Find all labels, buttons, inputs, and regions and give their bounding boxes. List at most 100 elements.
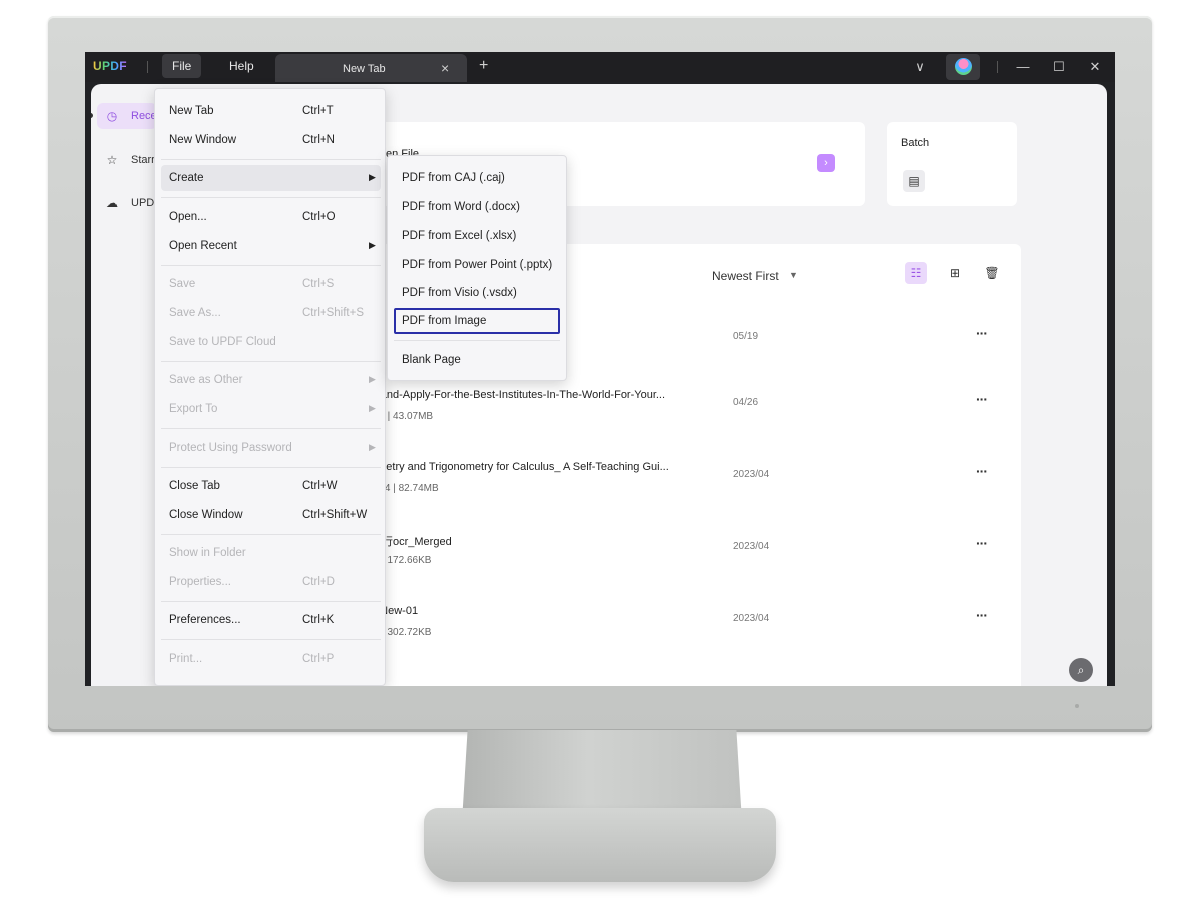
tab-label: New Tab bbox=[343, 63, 386, 75]
menu-item-label: Open Recent bbox=[169, 240, 237, 252]
caret-down-icon[interactable]: ▼ bbox=[789, 270, 798, 280]
clock-icon: ◷ bbox=[106, 109, 118, 123]
monitor-photo: UPDF File Help New Tab × + ∨ — ☐ ✕ ◷ Rec… bbox=[0, 0, 1200, 923]
menu-divider bbox=[161, 197, 381, 198]
submenu-item-pdf-from-visio[interactable]: PDF from Visio (.vsdx) bbox=[394, 280, 560, 306]
menu-item-open-recent[interactable]: Open Recent ▶ bbox=[161, 233, 381, 259]
list-item[interactable]: d-and-Apply-For-the-Best-Institutes-In-T… bbox=[371, 389, 1011, 449]
chevron-right-icon: ▶ bbox=[369, 172, 376, 182]
menu-item-save-as-other[interactable]: Save as Other ▶ bbox=[161, 367, 381, 393]
menu-item-shortcut: Ctrl+T bbox=[302, 105, 334, 117]
more-icon[interactable]: ··· bbox=[976, 535, 988, 551]
monitor-stand-base bbox=[424, 808, 776, 882]
menu-divider bbox=[161, 467, 381, 468]
menu-item-shortcut: Ctrl+K bbox=[302, 614, 335, 626]
menu-divider bbox=[161, 159, 381, 160]
submenu-item-label: PDF from Word (.docx) bbox=[402, 201, 520, 213]
sort-dropdown[interactable]: Newest First bbox=[712, 269, 779, 283]
menu-item-label: Preferences... bbox=[169, 614, 241, 626]
chevron-right-icon: ▶ bbox=[369, 374, 376, 384]
tab-close-icon[interactable]: × bbox=[441, 60, 449, 76]
submenu-item-blank-page[interactable]: Blank Page bbox=[394, 347, 560, 373]
file-date: 2023/04 bbox=[733, 613, 770, 624]
chevron-down-icon[interactable]: ∨ bbox=[910, 56, 930, 78]
menu-item-new-tab[interactable]: New Tab Ctrl+T bbox=[161, 98, 381, 124]
menu-item-shortcut: Ctrl+N bbox=[302, 134, 335, 146]
chevron-right-icon: ▶ bbox=[369, 403, 376, 413]
menu-divider bbox=[161, 601, 381, 602]
submenu-item-pdf-from-excel[interactable]: PDF from Excel (.xlsx) bbox=[394, 223, 560, 249]
submenu-item-pdf-from-word[interactable]: PDF from Word (.docx) bbox=[394, 194, 560, 220]
menu-item-label: Save to UPDF Cloud bbox=[169, 336, 276, 348]
title-bar: UPDF File Help New Tab × + ∨ — ☐ ✕ bbox=[85, 52, 1115, 82]
menu-item-label: Save bbox=[169, 278, 196, 290]
batch-icon: ▤ bbox=[903, 170, 925, 192]
menu-item-open[interactable]: Open... Ctrl+O bbox=[161, 204, 381, 230]
menu-item-properties[interactable]: Properties... Ctrl+D bbox=[161, 569, 381, 595]
menu-item-save-as[interactable]: Save As... Ctrl+Shift+S bbox=[161, 300, 381, 326]
search-icon[interactable]: ⌕ bbox=[1069, 658, 1093, 682]
sidebar-item-label: UPD bbox=[131, 197, 155, 209]
menu-item-label: Show in Folder bbox=[169, 547, 246, 559]
menu-item-show-in-folder[interactable]: Show in Folder bbox=[161, 540, 381, 566]
menu-item-label: Protect Using Password bbox=[169, 442, 292, 454]
menu-item-shortcut: Ctrl+Shift+S bbox=[302, 307, 364, 319]
menu-divider bbox=[161, 361, 381, 362]
list-item[interactable]: 执行ocr_Merged /4 | 172.66KB 2023/04 ··· bbox=[371, 533, 1011, 593]
grid-view-icon[interactable]: ⊞ bbox=[944, 262, 966, 284]
more-icon[interactable]: ··· bbox=[976, 325, 988, 341]
submenu-item-label: PDF from Excel (.xlsx) bbox=[402, 230, 517, 242]
minimize-icon[interactable]: — bbox=[1013, 56, 1033, 78]
menu-item-print[interactable]: Print... Ctrl+P bbox=[161, 646, 381, 672]
menu-item-label: Export To bbox=[169, 403, 218, 415]
app-logo: UPDF bbox=[93, 59, 127, 73]
menu-item-save-to-cloud[interactable]: Save to UPDF Cloud bbox=[161, 329, 381, 355]
open-file-arrow-icon[interactable]: › bbox=[817, 154, 835, 172]
active-indicator bbox=[91, 113, 93, 118]
trash-icon[interactable]: 🗑 bbox=[981, 262, 1003, 284]
sidebar-item-recent[interactable]: ◷ Rece bbox=[97, 103, 157, 129]
file-date: 04/26 bbox=[733, 397, 759, 408]
new-tab-icon[interactable]: + bbox=[479, 57, 488, 75]
avatar[interactable] bbox=[946, 54, 980, 80]
submenu-item-label: PDF from Power Point (.pptx) bbox=[402, 259, 553, 271]
menu-item-preferences[interactable]: Preferences... Ctrl+K bbox=[161, 607, 381, 633]
file-menu: New Tab Ctrl+T New Window Ctrl+N Create … bbox=[154, 88, 386, 686]
batch-card[interactable] bbox=[887, 122, 1017, 206]
submenu-item-pdf-from-image[interactable]: PDF from Image bbox=[394, 308, 560, 334]
menu-help[interactable]: Help bbox=[219, 54, 264, 78]
menu-item-create[interactable]: Create ▶ bbox=[161, 165, 381, 191]
sidebar-item-cloud[interactable]: ☁ UPD bbox=[97, 190, 157, 216]
list-item[interactable]: ometry and Trigonometry for Calculus_ A … bbox=[371, 461, 1011, 521]
menu-file[interactable]: File bbox=[162, 54, 202, 78]
file-date: 05/19 bbox=[733, 331, 759, 342]
maximize-icon[interactable]: ☐ bbox=[1049, 56, 1069, 78]
menu-item-save[interactable]: Save Ctrl+S bbox=[161, 271, 381, 297]
menu-item-shortcut: Ctrl+D bbox=[302, 576, 335, 588]
tab-new-tab[interactable]: New Tab × bbox=[275, 54, 467, 82]
menu-item-export-to[interactable]: Export To ▶ bbox=[161, 396, 381, 422]
create-submenu: PDF from CAJ (.caj) PDF from Word (.docx… bbox=[387, 155, 567, 381]
menu-item-close-tab[interactable]: Close Tab Ctrl+W bbox=[161, 473, 381, 499]
list-view-icon[interactable]: ☷ bbox=[905, 262, 927, 284]
more-icon[interactable]: ··· bbox=[976, 607, 988, 623]
star-icon: ☆ bbox=[106, 153, 118, 167]
more-icon[interactable]: ··· bbox=[976, 391, 988, 407]
menu-divider bbox=[161, 428, 381, 429]
divider bbox=[997, 61, 998, 73]
sidebar-item-starred[interactable]: ☆ Starr bbox=[97, 147, 157, 173]
menu-item-label: Properties... bbox=[169, 576, 231, 588]
divider bbox=[147, 61, 148, 73]
more-icon[interactable]: ··· bbox=[976, 463, 988, 479]
menu-item-shortcut: Ctrl+P bbox=[302, 653, 335, 665]
submenu-item-pdf-from-caj[interactable]: PDF from CAJ (.caj) bbox=[394, 165, 560, 191]
menu-item-protect-password[interactable]: Protect Using Password ▶ bbox=[161, 435, 381, 461]
submenu-item-pdf-from-powerpoint[interactable]: PDF from Power Point (.pptx) bbox=[394, 252, 560, 278]
menu-item-close-window[interactable]: Close Window Ctrl+Shift+W bbox=[161, 502, 381, 528]
list-item[interactable]: s-New-01 /2 | 302.72KB 2023/04 ··· bbox=[371, 605, 1011, 665]
menu-item-label: Print... bbox=[169, 653, 203, 665]
screen: UPDF File Help New Tab × + ∨ — ☐ ✕ ◷ Rec… bbox=[85, 52, 1115, 686]
batch-label: Batch bbox=[901, 137, 930, 149]
close-icon[interactable]: ✕ bbox=[1085, 56, 1105, 78]
menu-item-new-window[interactable]: New Window Ctrl+N bbox=[161, 127, 381, 153]
